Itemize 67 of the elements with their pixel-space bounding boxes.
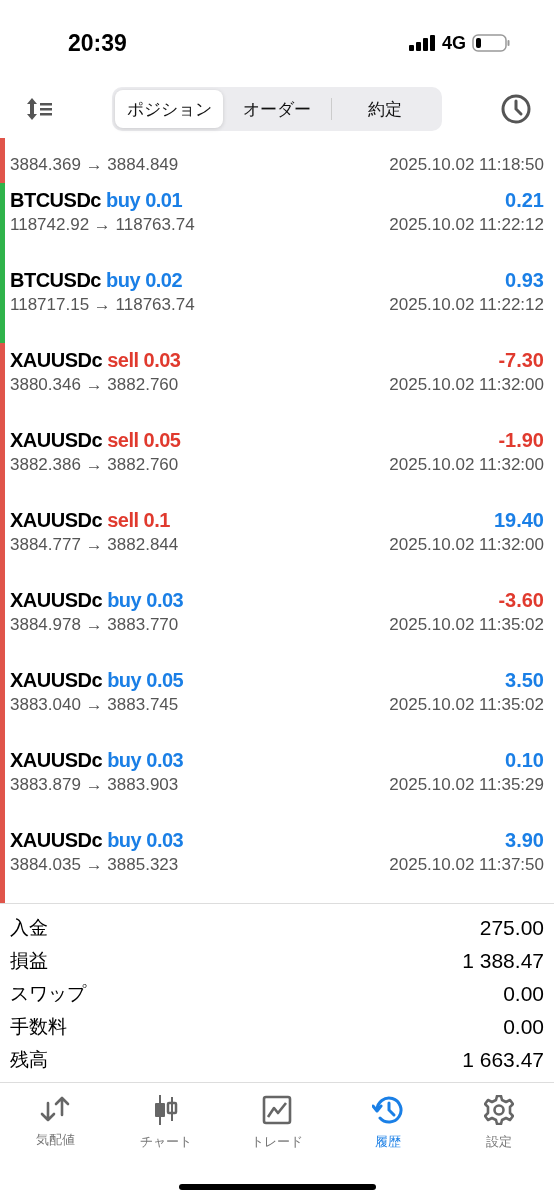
summary-label: スワップ [10, 981, 86, 1006]
history-icon [371, 1095, 404, 1125]
summary-value: 0.00 [503, 1014, 544, 1039]
trade-time: 2025.10.02 11:32:00 [389, 455, 544, 475]
price-range: 3882.386 → 3882.760 [10, 455, 179, 475]
nav-tab[interactable]: トレード [221, 1095, 333, 1155]
summary-value: 1 388.47 [462, 948, 544, 973]
trade-title: XAUUSDc sell 0.03 [10, 349, 181, 372]
sort-icon[interactable] [26, 97, 54, 121]
trade-time: 2025.10.02 11:18:50 [389, 155, 544, 175]
profit-value: 0.93 [505, 269, 544, 292]
trade-time: 2025.10.02 11:22:12 [389, 295, 544, 315]
network-label: 4G [442, 32, 466, 54]
nav-tab[interactable]: 履歴 [332, 1095, 444, 1155]
summary-value: 0.00 [503, 981, 544, 1006]
arrows-icon [40, 1095, 71, 1123]
summary-label: 損益 [10, 948, 48, 973]
profit-value: 3.90 [505, 829, 544, 852]
nav-tab[interactable]: 気配値 [0, 1095, 111, 1155]
signal-icon [409, 35, 436, 51]
price-range: 3884.369 → 3884.849 [10, 155, 179, 175]
trade-title: XAUUSDc sell 0.05 [10, 429, 181, 452]
summary-value: 275.00 [479, 915, 544, 940]
price-range: 3884.777 → 3882.844 [10, 535, 179, 555]
profit-value: -1.90 [498, 429, 544, 452]
profit-value: -7.30 [498, 349, 544, 372]
summary-label: 手数料 [10, 1014, 67, 1039]
profit-value: 3.50 [505, 669, 544, 692]
trade-time: 2025.10.02 11:35:02 [389, 695, 544, 715]
profit-value: 0.21 [505, 189, 544, 212]
nav-tab[interactable]: 設定 [443, 1095, 554, 1155]
status-time: 20:39 [68, 29, 127, 57]
profit-value: -3.60 [498, 589, 544, 612]
profit-value: 0.10 [505, 749, 544, 772]
trade-title: XAUUSDc buy 0.03 [10, 829, 184, 852]
line-chart-icon [262, 1095, 292, 1125]
trade-title: BTCUSDc buy 0.02 [10, 269, 183, 292]
price-range: 3883.040 → 3883.745 [10, 695, 179, 715]
nav-tab[interactable]: チャート [110, 1095, 222, 1155]
trade-time: 2025.10.02 11:22:12 [389, 215, 544, 235]
price-range: 3880.346 → 3882.760 [10, 375, 179, 395]
trade-title: XAUUSDc buy 0.03 [10, 749, 184, 772]
price-range: 3884.035 → 3885.323 [10, 855, 179, 875]
clock-icon[interactable] [500, 93, 532, 125]
price-range: 3884.978 → 3883.770 [10, 615, 179, 635]
candlestick-icon [154, 1095, 179, 1125]
profit-value: 19.40 [493, 509, 544, 532]
trade-title: XAUUSDc buy 0.05 [10, 669, 184, 692]
trade-time: 2025.10.02 11:35:29 [389, 775, 544, 795]
segment-tab[interactable]: オーダー [223, 90, 331, 128]
trade-title: XAUUSDc sell 0.1 [10, 509, 170, 532]
trade-time: 2025.10.02 11:32:00 [389, 375, 544, 395]
battery-icon [472, 34, 510, 52]
trade-time: 2025.10.02 11:35:02 [389, 615, 544, 635]
segment-tab[interactable]: ポジション [115, 90, 223, 128]
price-range: 118742.92 → 118763.74 [10, 215, 195, 235]
summary-label: 残高 [10, 1047, 48, 1072]
gear-icon [483, 1095, 514, 1125]
trade-title: BTCUSDc buy 0.01 [10, 189, 183, 212]
price-range: 118717.15 → 118763.74 [10, 295, 195, 315]
segment-tab[interactable]: 約定 [331, 90, 439, 128]
trade-time: 2025.10.02 11:32:00 [389, 535, 544, 555]
trade-title: XAUUSDc buy 0.03 [10, 589, 184, 612]
price-range: 3883.879 → 3883.903 [10, 775, 179, 795]
trade-time: 2025.10.02 11:37:50 [389, 855, 544, 875]
summary-label: 入金 [10, 915, 48, 940]
summary-value: 1 663.47 [462, 1047, 544, 1072]
